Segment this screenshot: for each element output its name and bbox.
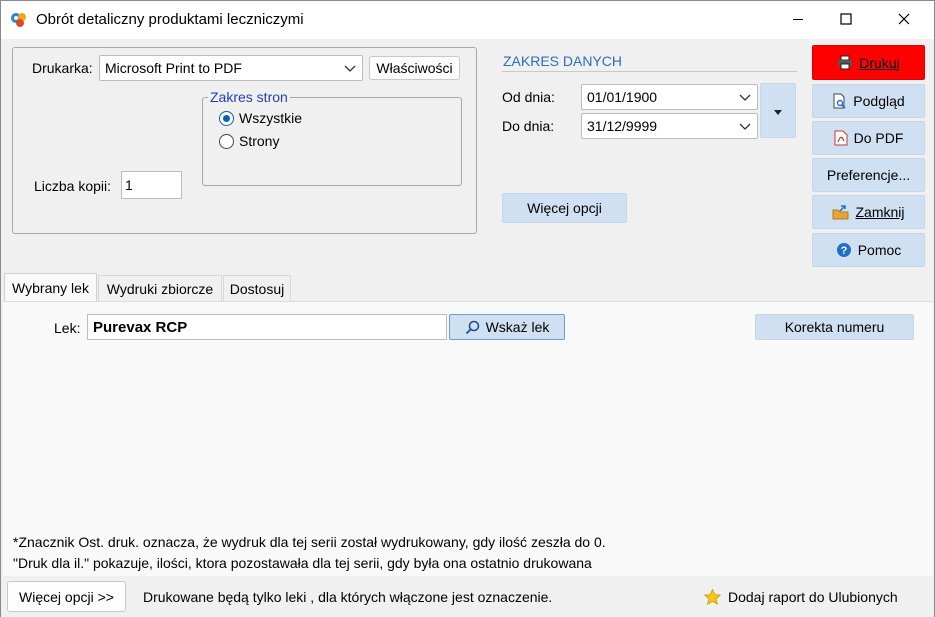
close-icon	[898, 12, 910, 28]
tab-summary-prints-label: Wydruki zbiorcze	[106, 281, 214, 297]
preview-button-label: Podgląd	[853, 93, 905, 109]
radio-all-pages-label: Wszystkie	[239, 110, 302, 126]
add-to-favorites-button[interactable]: Dodaj raport do Ulubionych	[704, 586, 898, 608]
tab-customize-label: Dostosuj	[229, 281, 285, 297]
printer-label: Drukarka:	[32, 60, 93, 76]
more-options-button[interactable]: Więcej opcji >>	[7, 581, 126, 612]
title-bar: Obrót detaliczny produktami leczniczymi	[1, 1, 934, 39]
printer-icon	[837, 55, 853, 70]
drug-input[interactable]: Purevax RCP	[87, 314, 447, 340]
tab-customize[interactable]: Dostosuj	[223, 275, 291, 302]
footer-info-text: Drukowane będą tylko leki , dla których …	[143, 589, 553, 605]
minimize-button[interactable]	[775, 1, 821, 39]
app-logo-icon	[10, 11, 28, 29]
note-line-2: "Druk dla il." pokazuje, ilości, ktora p…	[13, 555, 592, 571]
folder-exit-icon	[832, 204, 849, 220]
from-date-label: Od dnia:	[502, 89, 555, 105]
tab-selected-drug[interactable]: Wybrany lek	[4, 273, 97, 301]
to-pdf-button-label: Do PDF	[853, 130, 904, 146]
to-date-label: Do dnia:	[502, 118, 555, 134]
drug-label: Lek:	[54, 320, 81, 336]
data-range-divider	[502, 71, 797, 72]
star-icon	[704, 589, 721, 605]
radio-pages-label: Strony	[239, 133, 280, 149]
search-icon	[465, 320, 480, 335]
chevron-down-icon	[739, 89, 751, 105]
preferences-button[interactable]: Preferencje...	[812, 158, 925, 192]
minimize-icon	[792, 12, 804, 28]
print-button[interactable]: Drukuj	[812, 45, 925, 80]
copies-label: Liczba kopii:	[34, 178, 112, 194]
pdf-icon	[834, 130, 848, 146]
correct-number-button[interactable]: Korekta numeru	[755, 314, 914, 340]
drug-input-value: Purevax RCP	[93, 318, 188, 336]
to-date-value: 31/12/9999	[587, 118, 658, 134]
data-range-header: ZAKRES DANYCH	[503, 53, 623, 69]
help-icon: ?	[836, 242, 852, 258]
select-drug-button-label: Wskaż lek	[485, 319, 550, 335]
caret-down-icon	[773, 103, 783, 119]
printer-select-value: Microsoft Print to PDF	[105, 60, 242, 76]
chevron-down-icon	[739, 118, 751, 134]
radio-unselected-indicator	[219, 133, 234, 149]
maximize-button[interactable]	[823, 1, 869, 39]
date-range-preset-dropdown[interactable]	[760, 83, 796, 138]
close-dialog-button-label: Zamknij	[855, 204, 905, 220]
printer-select[interactable]: Microsoft Print to PDF	[99, 55, 363, 81]
copies-input-value: 1	[125, 177, 133, 193]
close-window-button[interactable]	[881, 1, 927, 39]
data-range-more-options-button[interactable]: Więcej opcji	[502, 193, 627, 223]
tab-summary-prints[interactable]: Wydruki zbiorcze	[98, 275, 222, 302]
select-drug-button[interactable]: Wskaż lek	[449, 314, 565, 340]
printer-properties-button[interactable]: Właściwości	[369, 56, 460, 80]
preview-icon	[832, 93, 847, 109]
preview-button[interactable]: Podgląd	[812, 84, 925, 118]
to-pdf-button[interactable]: Do PDF	[812, 121, 925, 155]
chevron-down-icon	[344, 60, 356, 76]
help-button[interactable]: ? Pomoc	[812, 233, 925, 267]
close-dialog-button[interactable]: Zamknij	[812, 195, 925, 229]
from-date-field[interactable]: 01/01/1900	[581, 84, 758, 110]
note-line-1: *Znacznik Ost. druk. oznacza, że wydruk …	[13, 534, 606, 550]
tab-selected-drug-label: Wybrany lek	[12, 279, 89, 296]
svg-text:?: ?	[840, 245, 847, 257]
radio-all-pages[interactable]: Wszystkie	[219, 110, 302, 126]
main-window: Obrót detaliczny produktami leczniczymi …	[0, 0, 935, 617]
help-button-label: Pomoc	[857, 242, 902, 258]
window-title: Obrót detaliczny produktami leczniczymi	[36, 11, 304, 28]
radio-pages[interactable]: Strony	[219, 133, 279, 149]
copies-input[interactable]: 1	[121, 171, 182, 199]
add-to-favorites-label: Dodaj raport do Ulubionych	[728, 589, 898, 605]
print-button-label: Drukuj	[859, 54, 900, 71]
from-date-value: 01/01/1900	[587, 89, 658, 105]
radio-selected-indicator	[219, 110, 234, 126]
page-range-legend: Zakres stron	[208, 89, 290, 105]
maximize-icon	[840, 12, 852, 28]
to-date-field[interactable]: 31/12/9999	[581, 113, 758, 139]
